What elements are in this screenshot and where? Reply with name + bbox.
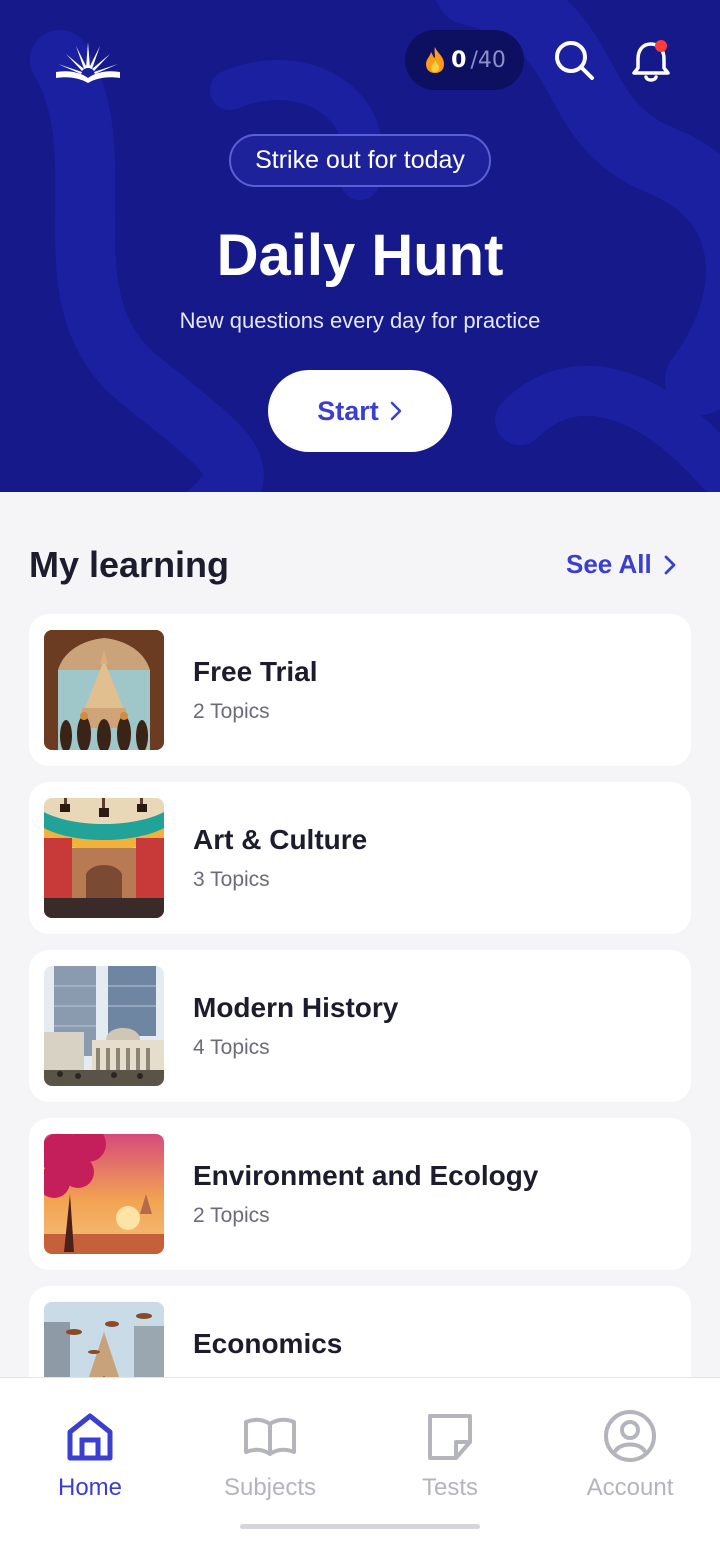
course-topic-count: 3 Topics: [193, 868, 270, 891]
nav-label: Subjects: [223, 1474, 317, 1501]
see-all-label: See All: [566, 549, 652, 579]
course-title: Art & Culture: [193, 824, 368, 855]
streak-counter[interactable]: 0/40: [405, 30, 524, 90]
my-learning-title: My learning: [29, 544, 230, 585]
home-icon: [67, 1413, 113, 1461]
course-topic-count: 2 Topics: [193, 700, 270, 723]
hero-subtitle: New questions every day for practice: [179, 308, 541, 333]
bottom-navigation: Home Subjects Tests Account: [0, 1377, 720, 1551]
course-topic-count: 4 Topics: [193, 1036, 270, 1059]
home-indicator: [240, 1524, 480, 1529]
account-icon: [604, 1410, 656, 1462]
note-icon: [428, 1414, 472, 1460]
hero-title: Daily Hunt: [216, 223, 504, 288]
streak-total: /40: [470, 47, 506, 73]
nav-account[interactable]: Account: [540, 1408, 720, 1502]
chevron-right-icon: [664, 555, 676, 574]
see-all-link[interactable]: See All: [566, 549, 676, 580]
nav-subjects[interactable]: Subjects: [180, 1408, 360, 1502]
nav-label: Home: [57, 1474, 123, 1501]
open-book-sunrise-icon[interactable]: [54, 38, 122, 84]
course-thumbnail: [44, 1134, 164, 1254]
nav-label: Account: [586, 1474, 674, 1501]
flame-icon: [426, 47, 445, 73]
nav-home[interactable]: Home: [0, 1408, 180, 1502]
search-icon[interactable]: [552, 38, 596, 82]
course-topic-count: 2 Topics: [193, 1204, 270, 1227]
course-thumbnail: [44, 798, 164, 918]
course-card-environment-ecology[interactable]: Environment and Ecology 2 Topics: [29, 1118, 691, 1270]
start-button-label: Start: [317, 395, 379, 426]
nav-tests[interactable]: Tests: [360, 1408, 540, 1502]
nav-label: Tests: [421, 1474, 478, 1501]
course-thumbnail: [44, 630, 164, 750]
daily-hunt-banner: 0/40 Strike out for today Daily Hunt New…: [0, 0, 720, 492]
chevron-right-icon: [390, 401, 401, 421]
course-card-free-trial[interactable]: Free Trial 2 Topics: [29, 614, 691, 766]
course-title: Modern History: [193, 992, 399, 1023]
strike-tag: Strike out for today: [229, 134, 491, 187]
bell-icon[interactable]: [630, 38, 672, 84]
course-card-modern-history[interactable]: Modern History 4 Topics: [29, 950, 691, 1102]
course-title: Environment and Ecology: [193, 1160, 539, 1191]
book-icon: [244, 1417, 296, 1456]
start-button[interactable]: Start: [268, 370, 452, 452]
course-title: Free Trial: [193, 656, 318, 687]
notification-dot: [655, 40, 667, 52]
course-card-art-culture[interactable]: Art & Culture 3 Topics: [29, 782, 691, 934]
course-thumbnail: [44, 966, 164, 1086]
course-title: Economics: [193, 1328, 343, 1359]
streak-current: 0: [451, 47, 467, 73]
